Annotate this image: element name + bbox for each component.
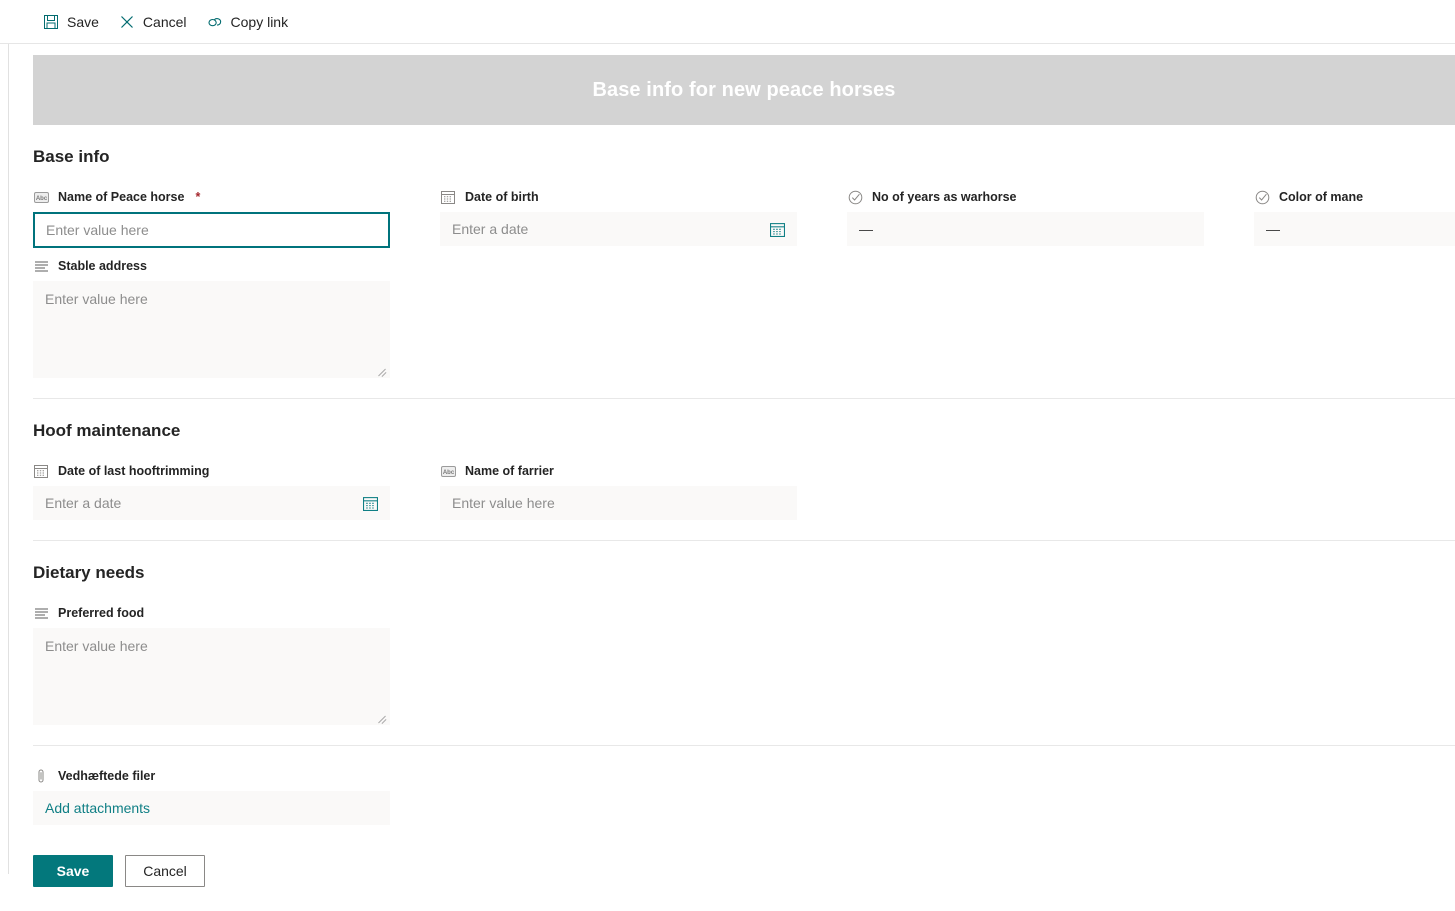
close-icon (119, 14, 135, 30)
field-label: Preferred food (33, 605, 390, 621)
input-placeholder: Enter value here (45, 291, 148, 307)
multiline-icon (33, 605, 49, 621)
no-of-years-as-warhorse-input[interactable]: — (847, 212, 1204, 246)
field-label: Stable address (33, 258, 390, 274)
field-label: Vedhæftede filer (33, 768, 390, 784)
section-hoof-maintenance: Hoof maintenance Date of last hooftrimmi… (33, 398, 1455, 520)
save-button[interactable]: Save (33, 855, 113, 887)
field-label-text: Stable address (58, 259, 147, 273)
abc-icon: Abc (440, 463, 456, 479)
calendar-icon (440, 189, 456, 205)
input-placeholder: Enter a date (452, 221, 529, 237)
toolbar-cancel-label: Cancel (142, 13, 187, 30)
add-attachments-link[interactable]: Add attachments (45, 800, 150, 816)
multiline-icon (33, 258, 49, 274)
form-sheet: Base info for new peace horses Base info… (0, 55, 1455, 911)
field-label-text: Date of last hooftrimming (58, 464, 210, 478)
form-footer: Save Cancel (33, 855, 1455, 911)
input-placeholder: Enter value here (452, 495, 555, 511)
field-label: Color of mane (1254, 189, 1455, 205)
field-label-text: Vedhæftede filer (58, 769, 156, 783)
paperclip-icon (33, 768, 49, 784)
calendar-icon (33, 463, 49, 479)
toolbar-save-label: Save (67, 13, 99, 30)
color-of-mane-input[interactable]: — (1254, 212, 1455, 246)
section-title-base-info: Base info (33, 147, 110, 166)
input-placeholder: Enter a date (45, 495, 122, 511)
date-of-birth-input[interactable]: Enter a date (440, 212, 797, 246)
command-bar: Save Cancel Copy link (0, 0, 1455, 44)
required-marker: * (195, 190, 201, 204)
save-icon (43, 14, 59, 30)
preferred-food-textarea[interactable]: Enter value here (33, 628, 390, 725)
field-label: Abc Name of farrier (440, 463, 797, 479)
field-date-of-birth: Date of birth Enter a date (440, 189, 797, 246)
abc-icon: Abc (33, 189, 49, 205)
page-title: Base info for new peace horses (592, 78, 896, 101)
field-row: Preferred food Enter value here (33, 605, 1455, 725)
field-label-text: Name of farrier (465, 464, 554, 478)
form-header-banner: Base info for new peace horses (33, 55, 1455, 125)
input-placeholder: Enter value here (46, 222, 149, 238)
add-attachments-field[interactable]: Add attachments (33, 791, 390, 825)
toolbar-copy-link-label: Copy link (230, 13, 289, 30)
svg-text:Abc: Abc (442, 469, 454, 475)
cancel-button[interactable]: Cancel (125, 855, 205, 887)
name-of-farrier-input[interactable]: Enter value here (440, 486, 797, 520)
field-row: Vedhæftede filer Add attachments (33, 768, 1455, 825)
field-color-of-mane: Color of mane — (1254, 189, 1455, 246)
field-value: — (859, 221, 873, 237)
section-title-dietary-needs: Dietary needs (33, 563, 145, 582)
field-label-text: Color of mane (1279, 190, 1364, 204)
field-row: Date of last hooftrimming Enter a date A… (33, 463, 1455, 520)
resize-grip-icon[interactable] (377, 365, 387, 375)
field-row: Abc Name of Peace horse * Enter value he… (33, 189, 1455, 248)
field-label: No of years as warhorse (847, 189, 1204, 205)
resize-grip-icon[interactable] (377, 712, 387, 722)
date-of-last-hooftrimming-input[interactable]: Enter a date (33, 486, 390, 520)
field-no-of-years-as-warhorse: No of years as warhorse — (847, 189, 1204, 246)
toolbar-copy-link-button[interactable]: Copy link (197, 4, 299, 40)
calendar-picker-icon[interactable] (362, 495, 378, 511)
stable-address-textarea[interactable]: Enter value here (33, 281, 390, 378)
field-stable-address: Stable address Enter value here (33, 258, 390, 378)
field-label: Abc Name of Peace horse * (33, 189, 390, 205)
field-label: Date of last hooftrimming (33, 463, 390, 479)
svg-text:Abc: Abc (35, 195, 47, 201)
field-name-of-farrier: Abc Name of farrier Enter value here (440, 463, 797, 520)
calendar-picker-icon[interactable] (769, 221, 785, 237)
section-title-hoof-maintenance: Hoof maintenance (33, 421, 181, 440)
section-dietary-needs: Dietary needs Preferred food Enter value… (33, 540, 1455, 725)
toolbar-cancel-button[interactable]: Cancel (109, 4, 197, 40)
field-label-text: Preferred food (58, 606, 145, 620)
section-attachments: Vedhæftede filer Add attachments Save Ca… (33, 745, 1455, 911)
input-placeholder: Enter value here (45, 638, 148, 654)
choice-icon (1254, 189, 1270, 205)
choice-icon (847, 189, 863, 205)
field-label-text: Name of Peace horse (58, 190, 185, 204)
field-row: Stable address Enter value here (33, 258, 1455, 378)
field-name-of-peace-horse: Abc Name of Peace horse * Enter value he… (33, 189, 390, 248)
field-label-text: Date of birth (465, 190, 539, 204)
field-label-text: No of years as warhorse (872, 190, 1017, 204)
field-preferred-food: Preferred food Enter value here (33, 605, 390, 725)
name-of-peace-horse-input[interactable]: Enter value here (33, 212, 390, 248)
toolbar-save-button[interactable]: Save (33, 4, 109, 40)
field-label: Date of birth (440, 189, 797, 205)
field-attachments: Vedhæftede filer Add attachments (33, 768, 390, 825)
link-icon (207, 14, 223, 30)
field-date-of-last-hooftrimming: Date of last hooftrimming Enter a date (33, 463, 390, 520)
field-value: — (1266, 221, 1280, 237)
section-base-info: Base info Abc Name of Peace horse * Ente… (33, 125, 1455, 378)
